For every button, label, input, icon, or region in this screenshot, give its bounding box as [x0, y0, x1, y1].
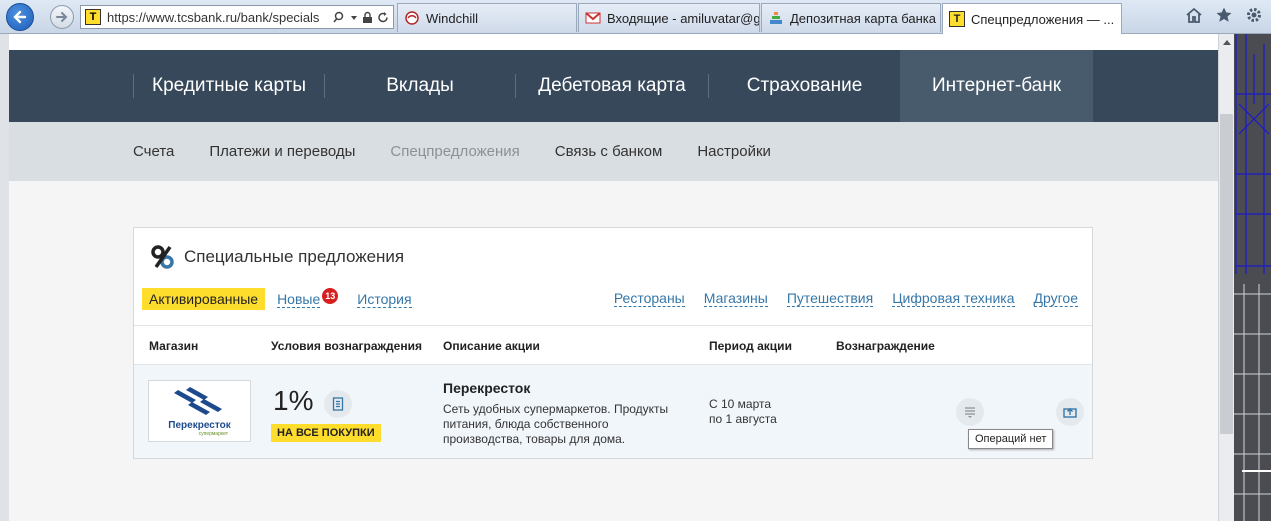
refresh-icon[interactable] — [377, 11, 389, 24]
store-logo[interactable]: Перекресток супермаркет — [148, 380, 251, 442]
favorites-star-icon[interactable] — [1215, 6, 1233, 24]
category-restaurants[interactable]: Рестораны — [613, 290, 685, 307]
logo-text: Перекресток — [168, 419, 231, 431]
home-icon[interactable] — [1185, 6, 1203, 24]
search-icon[interactable] — [333, 11, 346, 24]
filter-history[interactable]: История — [357, 291, 412, 308]
column-header-store: Магазин — [149, 339, 199, 353]
offer-filters: Активированные Новые 13 История — [142, 288, 412, 310]
share-button[interactable] — [1056, 398, 1084, 426]
reward-percent: 1% — [273, 385, 314, 416]
tab-label: Спецпредложения — ... — [971, 11, 1115, 27]
perekrestok-logo-icon — [173, 386, 222, 415]
nav-internet-bank[interactable]: Интернет-банк — [900, 50, 1093, 122]
offer-period: С 10 марта по 1 августа — [709, 397, 777, 427]
sub-navigation: Счета Платежи и переводы Спецпредложения… — [9, 122, 1218, 181]
top-strip — [9, 34, 1218, 50]
column-header-description: Описание акции — [443, 339, 540, 353]
tab-label: Входящие - amiluvatar@g... — [607, 10, 760, 26]
scrollbar-thumb[interactable] — [1220, 114, 1233, 434]
tab-label: Депозитная карта банка Т... — [790, 10, 941, 26]
subnav-accounts[interactable]: Счета — [133, 143, 174, 160]
new-count-badge: 13 — [322, 288, 339, 304]
subnav-payments[interactable]: Платежи и переводы — [209, 143, 355, 160]
nav-debit-card[interactable]: Дебетовая карта — [516, 50, 708, 122]
document-icon — [332, 397, 344, 411]
category-digital[interactable]: Цифровая техника — [892, 290, 1015, 307]
tab-specials[interactable]: T Спецпредложения — ... × — [942, 3, 1122, 34]
dropdown-icon[interactable] — [350, 11, 358, 24]
browser-toolbar: T https://www.tcsbank.ru/bank/specials W… — [0, 0, 1271, 34]
address-bar[interactable]: T https://www.tcsbank.ru/bank/specials — [80, 5, 394, 29]
chart-favicon-icon — [768, 10, 784, 26]
address-url[interactable]: https://www.tcsbank.ru/bank/specials — [107, 10, 319, 25]
forward-button[interactable] — [50, 5, 74, 29]
settings-gear-icon[interactable] — [1245, 6, 1263, 24]
filter-new[interactable]: Новые — [277, 291, 321, 308]
tcs-favicon-icon: T — [85, 9, 101, 25]
category-travel[interactable]: Путешествия — [786, 290, 874, 307]
period-to: по 1 августа — [709, 412, 777, 426]
background-drawing-icon — [1234, 34, 1271, 521]
forward-arrow-icon — [56, 12, 68, 22]
conditions-button[interactable] — [324, 390, 352, 418]
column-header-period: Период акции — [709, 339, 792, 353]
all-purchases-badge: НА ВСЕ ПОКУПКИ — [271, 424, 381, 442]
table-row: Перекресток супермаркет 1% НА ВСЕ ПОКУПК… — [134, 365, 1092, 458]
close-tab-button[interactable]: × — [1114, 11, 1121, 27]
store-name: Перекресток — [443, 380, 531, 396]
share-icon — [1063, 408, 1077, 418]
windchill-favicon-icon — [404, 10, 420, 26]
panel-header: Специальные предложения — [150, 244, 404, 270]
page-scrollbar[interactable] — [1218, 34, 1234, 521]
operations-tooltip: Операций нет — [968, 429, 1054, 449]
category-links: Рестораны Магазины Путешествия Цифровая … — [613, 290, 1078, 307]
category-other[interactable]: Другое — [1033, 290, 1078, 307]
logo-subtext: супермаркет — [198, 430, 228, 437]
category-shops[interactable]: Магазины — [703, 290, 768, 307]
nav-deposits[interactable]: Вклады — [325, 50, 515, 122]
main-navigation: Кредитные карты Вклады Дебетовая карта С… — [9, 50, 1218, 122]
tab-windchill[interactable]: Windchill — [397, 3, 577, 32]
background-application-window — [1234, 34, 1271, 521]
subnav-contact-bank[interactable]: Связь с банком — [555, 143, 663, 160]
nav-credit-cards[interactable]: Кредитные карты — [134, 50, 324, 122]
nav-insurance[interactable]: Страхование — [709, 50, 900, 122]
offer-description: Сеть удобных супермаркетов. Продукты пит… — [443, 402, 669, 446]
column-header-conditions: Условия вознаграждения — [271, 339, 422, 353]
panel-title: Специальные предложения — [184, 247, 405, 266]
table-header: Магазин Условия вознаграждения Описание … — [134, 325, 1092, 365]
subnav-specials[interactable]: Спецпредложения — [390, 143, 519, 160]
percent-icon — [151, 245, 174, 269]
column-header-reward: Вознаграждение — [836, 339, 935, 353]
scroll-up-arrow-icon[interactable] — [1219, 34, 1235, 50]
period-from: С 10 марта — [709, 397, 772, 411]
special-offers-panel: Специальные предложения Активированные Н… — [133, 227, 1093, 459]
page-viewport: Кредитные карты Вклады Дебетовая карта С… — [9, 34, 1218, 521]
list-icon — [965, 407, 975, 418]
tab-label: Windchill — [426, 10, 479, 26]
lock-icon[interactable] — [362, 11, 373, 24]
back-button[interactable] — [6, 3, 34, 31]
back-arrow-icon — [13, 10, 27, 24]
operations-button[interactable] — [956, 398, 984, 426]
tcs-favicon-icon: T — [949, 11, 965, 27]
gmail-favicon-icon — [585, 10, 601, 26]
tab-deposit-card[interactable]: Депозитная карта банка Т... — [761, 3, 941, 32]
filter-activated[interactable]: Активированные — [142, 288, 266, 310]
subnav-settings[interactable]: Настройки — [697, 143, 771, 160]
tab-gmail[interactable]: Входящие - amiluvatar@g... — [578, 3, 760, 32]
